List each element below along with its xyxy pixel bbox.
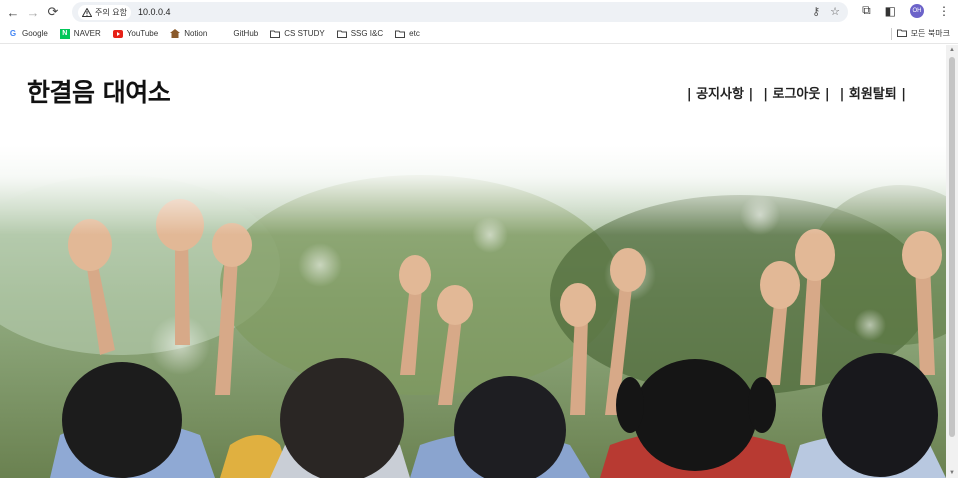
bookmark-github[interactable]: GitHub [233,29,258,38]
nav-notice-link[interactable]: | 공지사항 | [687,83,753,102]
password-key-icon[interactable]: ⚷ [812,5,820,18]
bookmark-folder-ssg[interactable]: SSG I&C [336,29,384,39]
bookmark-folder-etc[interactable]: etc [395,29,420,39]
hero-top-fade [0,145,946,235]
forward-arrow-icon[interactable]: → [23,2,43,22]
folder-icon [395,29,406,39]
security-chip[interactable]: 주의 요함 [78,4,131,20]
security-label: 주의 요함 [95,7,127,17]
profile-avatar[interactable]: OH [910,3,924,18]
bookmark-naver[interactable]: N NAVER [59,28,101,39]
all-bookmarks-label: 모든 북마크 [910,29,950,38]
bookmark-label: SSG I&C [350,29,384,38]
bookmarks-bar: G Google N NAVER YouTube Notion GitHub C… [0,24,958,44]
bookmark-label: etc [409,29,420,38]
bookmark-label: CS STUDY [284,29,325,38]
bookmark-notion[interactable]: Notion [170,29,207,39]
nav-withdraw-link[interactable]: | 회원탈퇴 | [840,83,906,102]
top-navigation: | 공지사항 | | 로그아웃 | | 회원탈퇴 | [687,83,906,102]
browser-toolbar: ← → ⟳ 주의 요함 10.0.0.4 ⚷ ☆ ⧉ ◧ OH ⋮ [0,0,958,24]
bookmark-folder-cs-study[interactable]: CS STUDY [270,29,325,39]
page-content: 한결음 대여소 | 공지사항 | | 로그아웃 | | 회원탈퇴 | [0,45,946,478]
notion-house-icon [170,29,181,39]
scroll-thumb[interactable] [949,57,955,437]
scroll-up-arrow-icon[interactable]: ▲ [949,47,955,53]
bookmark-label: YouTube [126,29,159,38]
bookmarks-divider [891,28,892,40]
address-bar[interactable]: 주의 요함 10.0.0.4 ⚷ ☆ [72,2,848,22]
warning-icon [82,7,92,17]
all-bookmarks-button[interactable]: 모든 북마크 [896,28,950,39]
bookmark-star-icon[interactable]: ☆ [830,5,840,18]
scroll-down-arrow-icon[interactable]: ▼ [949,470,955,476]
extensions-icon[interactable]: ⧉ [862,3,871,18]
bookmark-label: Notion [184,29,208,38]
back-arrow-icon[interactable]: ← [3,2,23,22]
site-logo[interactable]: 한결음 대여소 [27,73,171,109]
naver-icon: N [59,28,70,39]
folder-icon [336,29,347,39]
bookmark-google[interactable]: G Google [8,29,48,39]
folder-icon [896,29,907,39]
google-icon: G [9,29,17,38]
bookmark-label: GitHub [233,29,259,38]
menu-kebab-icon[interactable]: ⋮ [938,4,950,18]
side-panel-icon[interactable]: ◧ [885,4,896,18]
folder-icon [270,29,281,39]
bookmark-youtube[interactable]: YouTube [112,29,159,39]
hero-image [0,145,946,478]
youtube-icon [112,29,123,39]
bookmark-label: NAVER [73,29,101,38]
reload-icon[interactable]: ⟳ [43,2,63,22]
page-scrollbar[interactable]: ▲ ▼ [946,45,958,478]
bookmark-label: Google [22,29,48,38]
nav-logout-link[interactable]: | 로그아웃 | [763,83,829,102]
url-text[interactable]: 10.0.0.4 [138,7,171,17]
